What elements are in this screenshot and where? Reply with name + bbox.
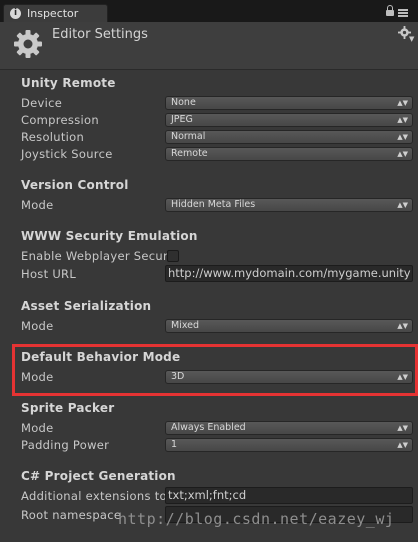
compression-value: JPEG xyxy=(171,114,193,125)
inspector-header: Editor Settings ▼ xyxy=(0,22,418,70)
compression-dropdown[interactable]: JPEG ▲▼ xyxy=(165,113,413,127)
device-value: None xyxy=(171,97,196,108)
joystick-source-dropdown[interactable]: Remote ▲▼ xyxy=(165,147,413,161)
dropdown-arrows-icon: ▲▼ xyxy=(397,99,408,107)
page-title: Editor Settings xyxy=(52,27,148,42)
asset-serialization-mode-label: Mode xyxy=(21,319,54,333)
section-title-version-control: Version Control xyxy=(21,178,129,192)
tab-label: Inspector xyxy=(27,7,79,20)
resolution-label: Resolution xyxy=(21,130,85,144)
dropdown-arrows-icon: ▲▼ xyxy=(397,441,408,449)
host-url-field[interactable]: http://www.mydomain.com/mygame.unity xyxy=(165,265,413,282)
default-behavior-mode-label: Mode xyxy=(21,370,54,384)
version-control-mode-label: Mode xyxy=(21,198,54,212)
sprite-packer-mode-value: Always Enabled xyxy=(171,422,246,433)
menu-icon[interactable] xyxy=(398,8,408,18)
padding-power-dropdown[interactable]: 1 ▲▼ xyxy=(165,438,413,452)
section-title-unity-remote: Unity Remote xyxy=(21,76,116,90)
sprite-packer-mode-dropdown[interactable]: Always Enabled ▲▼ xyxy=(165,421,413,435)
default-behavior-mode-value: 3D xyxy=(171,371,185,382)
version-control-mode-dropdown[interactable]: Hidden Meta Files ▲▼ xyxy=(165,198,413,212)
asset-serialization-mode-dropdown[interactable]: Mixed ▲▼ xyxy=(165,319,413,333)
tab-bar: i Inspector xyxy=(0,0,418,22)
device-dropdown[interactable]: None ▲▼ xyxy=(165,96,413,110)
dropdown-arrows-icon: ▲▼ xyxy=(397,150,408,158)
section-title-www-security: WWW Security Emulation xyxy=(21,229,198,243)
default-behavior-mode-dropdown[interactable]: 3D ▲▼ xyxy=(165,370,413,384)
resolution-dropdown[interactable]: Normal ▲▼ xyxy=(165,130,413,144)
additional-extensions-label: Additional extensions to i xyxy=(21,489,175,503)
dropdown-arrows-icon: ▲▼ xyxy=(397,133,408,141)
section-title-sprite-packer: Sprite Packer xyxy=(21,401,115,415)
resolution-value: Normal xyxy=(171,131,206,142)
dropdown-arrows-icon: ▲▼ xyxy=(397,116,408,124)
enable-webplayer-security-label: Enable Webplayer Securi xyxy=(21,249,172,263)
dropdown-arrows-icon: ▲▼ xyxy=(397,201,408,209)
section-title-default-behavior: Default Behavior Mode xyxy=(21,350,181,364)
joystick-source-label: Joystick Source xyxy=(21,147,113,161)
host-url-label: Host URL xyxy=(21,267,77,281)
sprite-packer-mode-label: Mode xyxy=(21,421,54,435)
chevron-down-icon: ▼ xyxy=(409,35,415,43)
device-label: Device xyxy=(21,96,63,110)
watermark: http://blog.csdn.net/eazey_wj xyxy=(118,510,395,528)
enable-webplayer-security-checkbox[interactable] xyxy=(167,250,179,262)
padding-power-value: 1 xyxy=(171,439,178,450)
gear-icon xyxy=(14,30,42,58)
lock-icon[interactable] xyxy=(386,5,394,17)
dropdown-arrows-icon: ▲▼ xyxy=(397,424,408,432)
tab-inspector[interactable]: i Inspector xyxy=(3,4,108,22)
section-title-asset-serialization: Asset Serialization xyxy=(21,299,152,313)
section-title-csharp-project: C# Project Generation xyxy=(21,469,176,483)
dropdown-arrows-icon: ▲▼ xyxy=(397,373,408,381)
root-namespace-label: Root namespace xyxy=(21,508,122,522)
compression-label: Compression xyxy=(21,113,99,127)
dropdown-arrows-icon: ▲▼ xyxy=(397,322,408,330)
asset-serialization-mode-value: Mixed xyxy=(171,320,200,331)
padding-power-label: Padding Power xyxy=(21,438,110,452)
additional-extensions-field[interactable]: txt;xml;fnt;cd xyxy=(165,487,413,504)
info-icon: i xyxy=(10,8,21,19)
joystick-source-value: Remote xyxy=(171,148,208,159)
version-control-mode-value: Hidden Meta Files xyxy=(171,199,256,210)
